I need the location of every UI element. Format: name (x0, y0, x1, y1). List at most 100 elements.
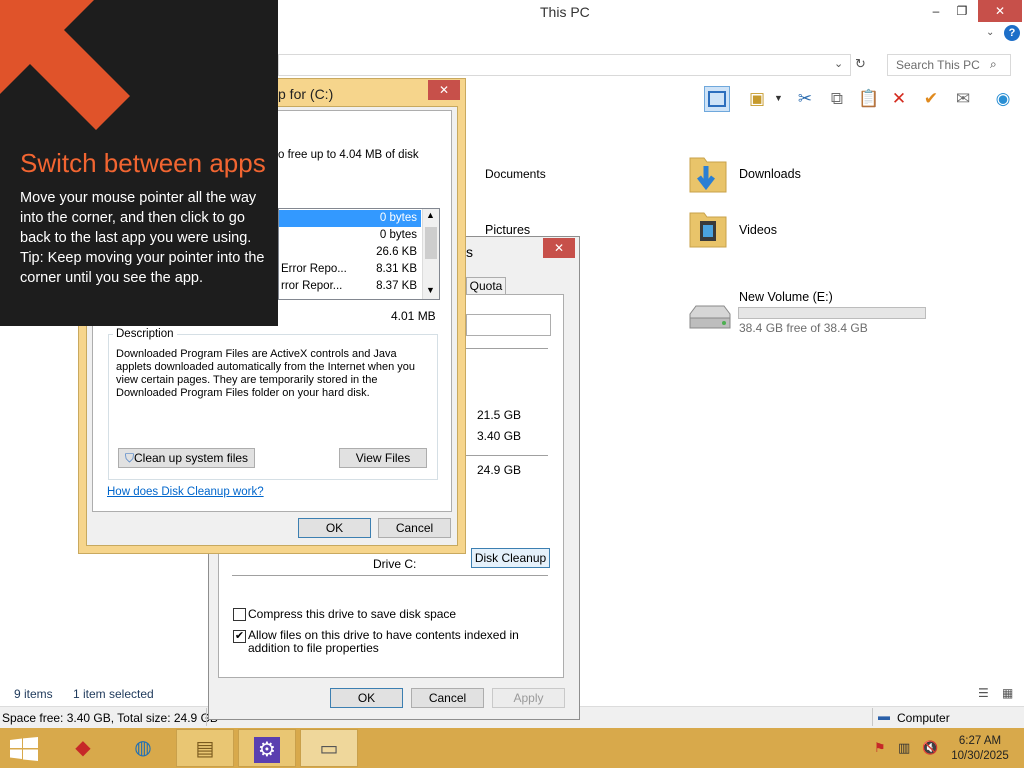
disk-cleanup-close-button[interactable]: ✕ (428, 80, 460, 100)
list-item[interactable]: 0 bytes (279, 210, 421, 227)
divider (466, 348, 548, 349)
refresh-icon[interactable]: ↻ (855, 56, 866, 72)
email-icon[interactable]: ✉ (950, 86, 976, 112)
clock-date: 10/30/2025 (951, 750, 1009, 762)
properties-title-fragment: s (466, 244, 473, 260)
details-view-icon[interactable]: ☰ (978, 686, 989, 700)
start-button[interactable] (10, 737, 38, 764)
address-dropdown-icon[interactable]: ⌄ (834, 57, 843, 70)
list-scrollbar[interactable]: ▲ ▼ (422, 209, 439, 299)
corner-arrow-icon (0, 0, 130, 130)
list-item[interactable]: 0 bytes (279, 227, 421, 244)
list-item[interactable]: rror Repor... 8.37 KB (279, 278, 421, 295)
tip-heading: Switch between apps (20, 148, 266, 178)
total-space-value: 4.01 MB (391, 309, 436, 323)
ribbon-expand-icon[interactable]: ⌄ (986, 27, 994, 38)
network-icon[interactable]: ◉ (990, 86, 1016, 112)
scroll-down-icon[interactable]: ▼ (426, 285, 435, 295)
settings-icon[interactable]: ⚙ (238, 729, 296, 767)
cut-icon[interactable]: ✂ (792, 86, 818, 112)
list-item-size: 8.37 KB (376, 280, 417, 292)
downloads-folder-icon[interactable] (688, 152, 728, 199)
description-text: Downloaded Program Files are ActiveX con… (116, 348, 416, 399)
clock[interactable]: 6:27 AM 10/30/2025 (948, 734, 1012, 764)
list-item-size: 26.6 KB (376, 246, 417, 258)
tip-body-text: Move your mouse pointer all the way into… (20, 190, 257, 246)
disk-cleanup-title: p for (C:) (278, 86, 334, 102)
drive-free-text: 38.4 GB free of 38.4 GB (739, 321, 868, 335)
windows-logo-icon (10, 737, 38, 761)
compress-label: Compress this drive to save disk space (248, 607, 457, 621)
list-item[interactable]: 26.6 KB (279, 244, 421, 261)
tab-quota[interactable]: Quota (466, 277, 506, 295)
location-label: Computer (897, 711, 950, 725)
compress-checkbox[interactable] (233, 608, 246, 621)
properties-icon[interactable]: ▣ (744, 86, 770, 112)
paste-icon[interactable]: 📋 (856, 86, 882, 112)
properties-apply-button[interactable]: Apply (492, 688, 565, 708)
description-label: Description (113, 328, 177, 340)
view-files-button[interactable]: View Files (339, 448, 427, 468)
tip-body: Move your mouse pointer all the way into… (20, 188, 266, 288)
shield-icon: ⛉ (124, 451, 134, 465)
items-count: 9 items (14, 687, 53, 701)
properties-ok-button[interactable]: OK (330, 688, 403, 708)
minimize-button[interactable]: – (922, 0, 950, 22)
copy-icon[interactable]: ⧉ (824, 86, 850, 112)
downloads-folder-label[interactable]: Downloads (739, 167, 801, 181)
properties-dropdown-icon[interactable]: ▼ (774, 93, 783, 103)
layout-pane-icon[interactable] (704, 86, 730, 112)
list-item[interactable]: Error Repo... 8.31 KB (279, 261, 421, 278)
space-info: Space free: 3.40 GB, Total size: 24.9 GB (2, 711, 218, 725)
files-to-delete-list[interactable]: 0 bytes 0 bytes 26.6 KB Error Repo... 8.… (278, 208, 440, 300)
drive-icon[interactable] (686, 304, 734, 335)
action-center-icon[interactable]: ⚑ (874, 740, 886, 756)
network-status-icon[interactable]: ▥ (898, 740, 910, 756)
scroll-thumb[interactable] (425, 227, 437, 259)
restore-button[interactable]: ❐ (948, 0, 976, 22)
divider (232, 575, 548, 576)
help-icon[interactable]: ? (1004, 25, 1020, 41)
delete-icon[interactable]: ✕ (886, 86, 912, 112)
disk-cleanup-ok-button[interactable]: OK (298, 518, 371, 538)
pictures-folder-label[interactable]: Pictures (485, 223, 530, 237)
large-icons-view-icon[interactable]: ▦ (1002, 686, 1013, 700)
tip-hint-text: Tip: Keep moving your pointer into the c… (20, 250, 265, 286)
drive-usage-bar (738, 307, 926, 319)
volume-muted-icon[interactable]: 🔇 (922, 740, 938, 756)
videos-folder-label[interactable]: Videos (739, 223, 777, 237)
address-bar[interactable] (278, 54, 851, 76)
list-item-name: Error Repo... (281, 263, 347, 275)
drive-name[interactable]: New Volume (E:) (739, 290, 833, 304)
window-title: This PC (540, 4, 590, 20)
divider (206, 708, 207, 726)
scroll-up-icon[interactable]: ▲ (426, 210, 435, 220)
file-explorer-icon[interactable]: ▤ (176, 729, 234, 767)
capacity-value: 24.9 GB (477, 463, 522, 477)
properties-close-button[interactable]: ✕ (543, 238, 575, 258)
browser-icon[interactable]: ◍ (114, 729, 172, 767)
app-red-icon[interactable]: ◆ (54, 729, 112, 767)
drive-label-input[interactable] (466, 314, 551, 336)
drive-c-label: Drive C: (373, 557, 417, 571)
clock-time: 6:27 AM (958, 735, 1002, 747)
disk-cleanup-intro: o free up to 4.04 MB of disk (278, 149, 419, 161)
close-button[interactable]: ✕ (978, 0, 1022, 22)
videos-folder-icon[interactable] (688, 207, 728, 254)
rename-icon[interactable]: ✔ (918, 86, 944, 112)
computer-icon: ▬ (878, 709, 890, 723)
list-item-size: 0 bytes (379, 229, 417, 241)
used-space-value: 21.5 GB (477, 408, 522, 422)
index-checkbox[interactable]: ✔ (233, 630, 246, 643)
disk-cleanup-cancel-button[interactable]: Cancel (378, 518, 451, 538)
documents-folder-label[interactable]: Documents (485, 167, 546, 181)
disk-cleanup-taskbar-icon[interactable]: ▭ (300, 729, 358, 767)
clean-up-system-files-button[interactable]: ⛉Clean up system files (118, 448, 255, 468)
list-item-size: 8.31 KB (376, 263, 417, 275)
help-link[interactable]: How does Disk Cleanup work? (107, 486, 264, 498)
properties-cancel-button[interactable]: Cancel (411, 688, 484, 708)
divider (466, 455, 548, 456)
index-label: Allow files on this drive to have conten… (248, 628, 519, 655)
free-space-value: 3.40 GB (477, 429, 522, 443)
disk-cleanup-button[interactable]: Disk Cleanup (471, 548, 550, 568)
